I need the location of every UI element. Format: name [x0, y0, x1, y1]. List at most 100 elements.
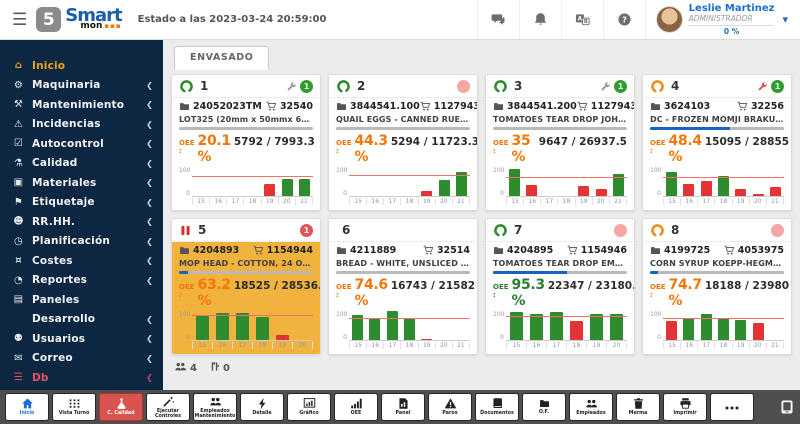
chart-bar [753, 323, 764, 340]
sidebar-item-costes[interactable]: ¤Costes❮ [0, 251, 163, 271]
toolbar-button-gr-fico[interactable]: Gráfico [287, 393, 331, 421]
product-name: BREAD - WHITE, UNSLICED JOHNS... [336, 259, 470, 268]
toolbar-button-panel[interactable]: Panel [381, 393, 425, 421]
machine-card-5[interactable]: 5142048931154944MOP HEAD - COTTON, 24 OZ… [171, 218, 321, 355]
order-progress-bar [336, 127, 470, 131]
toolbar-button-c-calidad[interactable]: C. Calidad [99, 393, 143, 421]
sidebar-item-paneles[interactable]: ▤Paneles [0, 290, 163, 310]
toolbar-button-empleados[interactable]: Empleados [569, 393, 613, 421]
toolbar-button-o-f[interactable]: O.F. [522, 393, 566, 421]
y-max-label: 100 [493, 167, 504, 174]
sidebar-item-usuarios[interactable]: ⚉Usuarios❮ [0, 329, 163, 349]
x-tick-label: 21 [766, 198, 784, 205]
order-code: 32540 [266, 101, 313, 112]
sidebar-item-desarrollo[interactable]: Desarrollo❮ [0, 310, 163, 330]
machine-card-6[interactable]: 6421188932514BREAD - WHITE, UNSLICED JOH… [328, 218, 478, 355]
bell-icon[interactable] [519, 0, 561, 39]
chevron-left-icon: ❮ [146, 334, 153, 343]
chart-bar [282, 179, 293, 196]
chevron-down-icon: ▾ [782, 13, 788, 26]
x-tick-label: 19 [732, 342, 749, 349]
y-max-label: 100 [650, 167, 661, 174]
app-logo: 5 Smart mon ▪▪▪ [36, 7, 121, 32]
machine-card-3[interactable]: 313844541.20011279430TOMATOES TEAR DROP … [485, 74, 635, 211]
hamburger-menu-icon[interactable]: ☰ [12, 10, 27, 30]
wand-icon [162, 395, 175, 408]
oee-label: OEE : [179, 283, 195, 299]
toolbar-button-documentos[interactable]: Documentos [475, 393, 519, 421]
sidebar: ⌂Inicio⚙Maquinaria❮⚒Mantenimiento❮⚠Incid… [0, 40, 163, 390]
x-axis-labels: 15161718192021 [349, 198, 470, 205]
product-name: TOMATOES TEAR DROP JOHNSON... [493, 115, 627, 124]
target-line [506, 177, 627, 178]
x-tick-label: 15 [192, 198, 209, 205]
machine-card-1[interactable]: 1124052023TM32540LOT325 (20mm x 50mmx 60… [171, 74, 321, 211]
machine-card-7[interactable]: 742048951154946TOMATOES TEAR DROP EMARD … [485, 218, 635, 355]
production-counts: 5792 / 7993.3 [234, 136, 315, 148]
chevron-left-icon: ❮ [146, 81, 153, 90]
device-monitor-icon[interactable] [779, 399, 795, 415]
y-max-label: 100 [336, 167, 347, 174]
user-menu[interactable]: Leslie Martinez ADMINISTRADOR 0 % ▾ [645, 0, 800, 39]
card-body: 421188932514BREAD - WHITE, UNSLICED JOHN… [329, 242, 477, 354]
progress-ring-icon [336, 79, 351, 94]
x-tick-label: 20 [278, 198, 295, 205]
sidebar-item-autocontrol[interactable]: ☑Autocontrol❮ [0, 134, 163, 154]
chart-slot [506, 167, 523, 196]
x-tick-label: 18 [557, 198, 574, 205]
chart-slot [401, 311, 418, 340]
card-header: 8 [643, 219, 791, 242]
help-icon[interactable]: ? [603, 0, 645, 39]
chart-slot [592, 167, 609, 196]
chat-icon[interactable] [477, 0, 519, 39]
sidebar-item-etiquetaje[interactable]: ⚑Etiquetaje❮ [0, 193, 163, 213]
chevron-left-icon: ❮ [146, 373, 153, 382]
toolbar-button-imprimir[interactable]: Imprimir [663, 393, 707, 421]
sidebar-item-calidad[interactable]: ⚗Calidad❮ [0, 154, 163, 174]
toolbar-button-vista-turno[interactable]: Vista Turno [52, 393, 96, 421]
batch-code: 4204895 [493, 245, 553, 256]
toolbar-button-detalle[interactable]: Detalle [240, 393, 284, 421]
user-role: ADMINISTRADOR [689, 14, 775, 26]
sidebar-item-rr-hh[interactable]: ☻RR.HH.❮ [0, 212, 163, 232]
sidebar-item-reportes[interactable]: ◔Reportes❮ [0, 271, 163, 291]
order-progress-bar [493, 271, 627, 275]
toolbar-button-ejecutar-controles[interactable]: Ejecutar Controles [146, 393, 190, 421]
count-badge: 1 [300, 80, 313, 93]
sidebar-item-correo[interactable]: ✉Correo❮ [0, 349, 163, 369]
x-tick-label: 18 [714, 342, 731, 349]
folder-icon [336, 101, 347, 112]
toolbar-button-merma[interactable]: Merma [616, 393, 660, 421]
machine-card-4[interactable]: 41362410332256DC - FROZEN MOMJI BRAKUS-G… [642, 74, 792, 211]
toolbar-button-oee[interactable]: OEE [334, 393, 378, 421]
chartframe-icon [303, 397, 316, 410]
chart-slot [366, 167, 383, 196]
sidebar-item-materiales[interactable]: ▣Materiales❮ [0, 173, 163, 193]
avatar [656, 6, 683, 33]
hourly-production-chart: 1000 [179, 167, 313, 197]
tab-envasado[interactable]: ENVASADO [174, 46, 269, 70]
toolbar-button-paros[interactable]: Paros [428, 393, 472, 421]
chart-slot [575, 167, 592, 196]
toolbar-button-inicio[interactable]: Inicio [5, 393, 49, 421]
x-tick-label: 16 [523, 198, 540, 205]
machine-card-2[interactable]: 23844541.10011279430QUAIL EGGS - CANNED … [328, 74, 478, 211]
sidebar-item-maquinaria[interactable]: ⚙Maquinaria❮ [0, 76, 163, 96]
x-tick-label: 17 [540, 198, 557, 205]
toolbar-button-empleados-mantenimiento[interactable]: Empleados Mantenimiento [193, 393, 237, 421]
folder-icon [493, 245, 504, 256]
product-name: LOT325 (20mm x 50mmx 60mm) [179, 115, 313, 124]
translate-icon[interactable]: AB [561, 0, 603, 39]
machine-card-8[interactable]: 841997254053975CORN SYRUP KOEPP-HEGMANN … [642, 218, 792, 355]
sidebar-item-incidencias[interactable]: ⚠Incidencias❮ [0, 115, 163, 135]
y-max-label: 100 [650, 311, 661, 318]
order-code: 1154944 [253, 245, 313, 256]
sidebar-item-mantenimiento[interactable]: ⚒Mantenimiento❮ [0, 95, 163, 115]
sidebar-item-planificaci-n[interactable]: ◷Planificación❮ [0, 232, 163, 252]
oee-label: OEE : [650, 283, 666, 299]
order-progress-bar [179, 127, 313, 131]
sidebar-item-db[interactable]: ☰Db❮ [0, 368, 163, 388]
x-tick-label: 20 [749, 198, 766, 205]
toolbar-button-more[interactable] [710, 393, 754, 421]
sidebar-item-inicio[interactable]: ⌂Inicio [0, 56, 163, 76]
